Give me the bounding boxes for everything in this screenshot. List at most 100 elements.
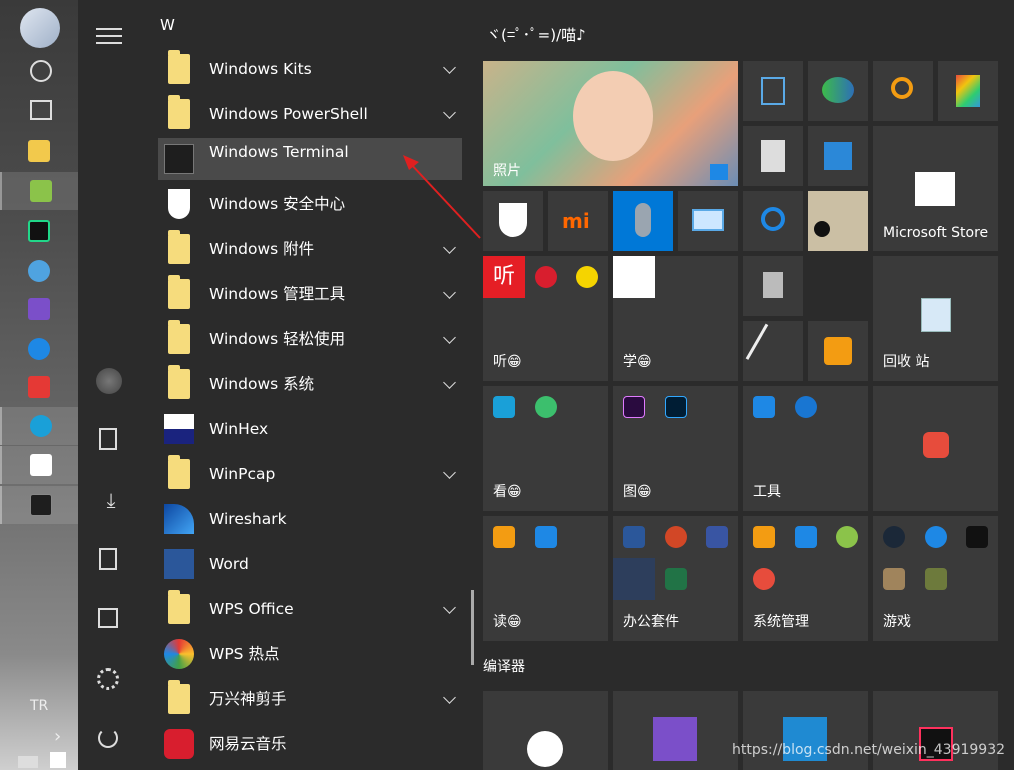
chevron-right-icon[interactable]: ›: [54, 726, 61, 747]
calculator-icon: [761, 140, 785, 172]
taskbar-terminal[interactable]: [0, 486, 78, 524]
language-indicator[interactable]: TR: [30, 698, 48, 714]
watch-folder-tile[interactable]: 看😁: [483, 386, 608, 511]
game-one-icon: [883, 568, 905, 590]
intellij-tile[interactable]: [873, 691, 998, 770]
taskbar-paint[interactable]: [0, 252, 78, 290]
chevron-down-icon[interactable]: [443, 106, 456, 119]
start-rail: ⤓: [20, 0, 140, 770]
app-item-word[interactable]: Word: [158, 543, 462, 585]
paint-icon: [28, 260, 50, 282]
section-letter[interactable]: W: [160, 16, 175, 34]
search-app-tile[interactable]: [873, 61, 933, 121]
folder-icon: [168, 680, 190, 714]
taskbar-editor[interactable]: [0, 172, 78, 210]
chevron-down-icon[interactable]: [443, 691, 456, 704]
scrollbar[interactable]: [471, 590, 474, 665]
chevron-down-icon[interactable]: [443, 601, 456, 614]
search-icon[interactable]: [30, 60, 52, 82]
signature-tile[interactable]: [743, 321, 803, 381]
chevron-down-icon[interactable]: [443, 241, 456, 254]
office-folder-tile[interactable]: 办公套件: [613, 516, 738, 641]
security-tile[interactable]: [483, 191, 543, 251]
wireshark-icon: [164, 504, 194, 534]
listen-folder-tile[interactable]: 听 听😁: [483, 256, 608, 381]
app-item-wanxing-editor[interactable]: 万兴神剪手: [158, 678, 462, 720]
vscode-tile[interactable]: [743, 691, 868, 770]
taskbar-file-explorer[interactable]: [0, 132, 78, 170]
ifonts-tile[interactable]: [808, 321, 868, 381]
avatar[interactable]: [20, 8, 60, 48]
mail-tile[interactable]: [678, 191, 738, 251]
app-item-netease-music[interactable]: 网易云音乐: [158, 723, 462, 765]
tile-group-title[interactable]: ヾ(=ﾟ･ﾟ=)/喵♪: [486, 24, 586, 45]
tools-folder-tile[interactable]: 工具: [743, 386, 868, 511]
taskbar-visual-studio[interactable]: [0, 290, 78, 328]
app-item-windows-admin-tools[interactable]: Windows 管理工具: [158, 273, 462, 315]
chevron-down-icon[interactable]: [443, 376, 456, 389]
recycle-tool-tile[interactable]: [743, 256, 803, 316]
task-view-icon[interactable]: [30, 100, 52, 120]
app-item-windows-kits[interactable]: Windows Kits: [158, 48, 462, 90]
download-icon[interactable]: ⤓: [98, 488, 124, 514]
minesweeper-tile[interactable]: [808, 191, 868, 251]
app-item-wps-hotspot[interactable]: WPS 热点: [158, 633, 462, 675]
games-folder-tile[interactable]: 游戏: [873, 516, 998, 641]
taskbar-pycharm[interactable]: [0, 212, 78, 250]
pictures-icon[interactable]: [99, 548, 117, 570]
mi-tile[interactable]: mi: [548, 191, 608, 251]
app-item-label: Windows Kits: [209, 60, 312, 78]
chevron-down-icon[interactable]: [443, 61, 456, 74]
search-tool-tile[interactable]: [743, 191, 803, 251]
taskbar-store[interactable]: [0, 446, 78, 484]
power-app-icon: [923, 432, 949, 458]
app-item-windows-system[interactable]: Windows 系统: [158, 363, 462, 405]
chevron-down-icon[interactable]: [443, 331, 456, 344]
store-tile[interactable]: Microsoft Store: [873, 126, 998, 251]
reader-app-icon: [493, 526, 515, 548]
browser-tile[interactable]: [808, 61, 868, 121]
thunder-tile[interactable]: [808, 126, 868, 186]
bolt-app-icon: [795, 396, 817, 418]
app-item-winhex[interactable]: WinHex: [158, 408, 462, 450]
app-item-windows-powershell[interactable]: Windows PowerShell: [158, 93, 462, 135]
font-app-icon: [824, 337, 852, 365]
launcher-icon: [925, 526, 947, 548]
editor-group-title[interactable]: 编译器: [483, 656, 525, 676]
github-tile[interactable]: [483, 691, 608, 770]
chevron-down-icon[interactable]: [443, 286, 456, 299]
taskbar-meeting[interactable]: [0, 330, 78, 368]
folder-icon: [168, 590, 190, 624]
photos-tile[interactable]: 照片: [483, 61, 738, 186]
sysmgr-folder-tile[interactable]: 系统管理: [743, 516, 868, 641]
colorful-app-tile[interactable]: [938, 61, 998, 121]
learn-folder-tile[interactable]: 学😁: [613, 256, 738, 381]
taskbar-youdao[interactable]: [0, 368, 78, 406]
power-icon[interactable]: [98, 728, 118, 748]
user-avatar[interactable]: [96, 368, 122, 394]
recycle-bin-tile[interactable]: 回收 站: [873, 256, 998, 381]
picture-folder-tile[interactable]: 图😁: [613, 386, 738, 511]
windows-logo-icon[interactable]: [50, 752, 66, 768]
photos-label: 照片: [493, 163, 521, 179]
chevron-down-icon[interactable]: [443, 466, 456, 479]
zhihu-icon: [535, 526, 557, 548]
app-item-wireshark[interactable]: Wireshark: [158, 498, 462, 540]
app-item-winpcap[interactable]: WinPcap: [158, 453, 462, 495]
display-icon[interactable]: [18, 756, 38, 768]
app-item-windows-ease-of-access[interactable]: Windows 轻松使用: [158, 318, 462, 360]
pycharm-icon: [28, 220, 50, 242]
read-folder-tile[interactable]: 读😁: [483, 516, 608, 641]
settings-icon[interactable]: [97, 668, 119, 690]
hamburger-menu-icon[interactable]: [96, 24, 122, 50]
document-icon[interactable]: [99, 428, 117, 450]
folder-outline-icon[interactable]: [98, 608, 118, 628]
taskbar-edge[interactable]: [0, 407, 78, 445]
app-item-wps-office[interactable]: WPS Office: [158, 588, 462, 630]
calculator-tile[interactable]: [743, 126, 803, 186]
power-app-tile[interactable]: [873, 386, 998, 511]
ting-icon: 听: [483, 256, 525, 298]
voice-recorder-tile[interactable]: [613, 191, 673, 251]
download-app-tile[interactable]: [743, 61, 803, 121]
visual-studio-tile[interactable]: [613, 691, 738, 770]
